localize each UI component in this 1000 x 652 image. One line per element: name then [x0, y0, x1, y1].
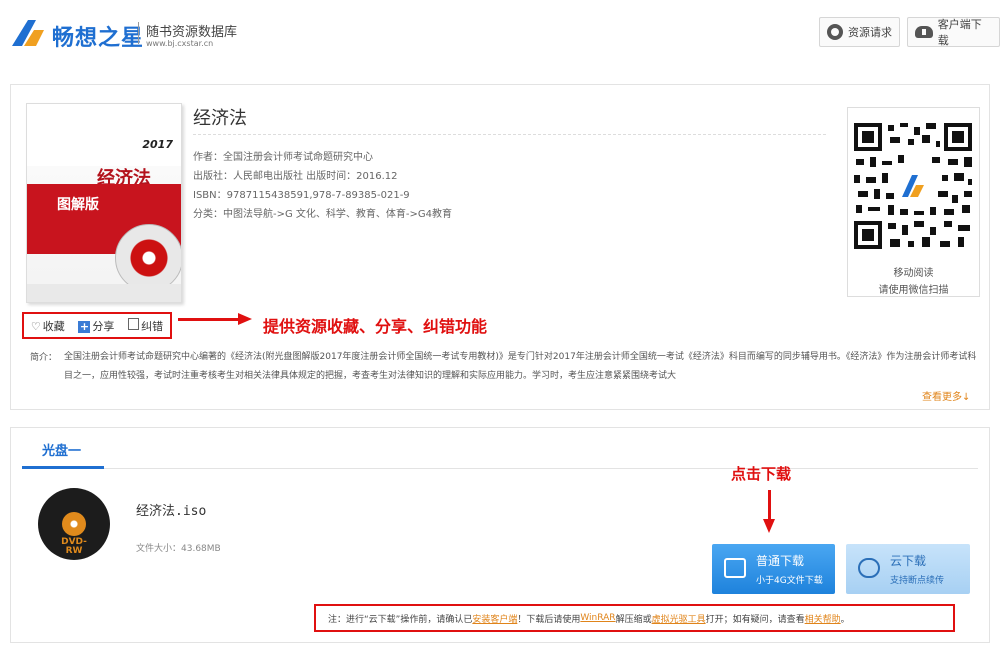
download-note: 注：进行“云下载”操作前，请确认已 安装客户端 ！下载后请使用 WinRAR 解…: [314, 604, 955, 632]
resource-actions: ♡ 收藏 + 分享 纠错: [22, 312, 172, 339]
cloud-download-button[interactable]: 云下载 支持断点续传: [846, 544, 970, 594]
download-folder-icon: [724, 558, 746, 578]
file-size: 文件大小：43.68MB: [136, 544, 221, 554]
file-name: 经济法.iso: [136, 504, 207, 519]
summary-label: 简介：: [30, 353, 58, 363]
qr-caption-title: 移动阅读: [893, 268, 934, 279]
qr-code: [852, 121, 974, 251]
cloud-download-icon: [915, 26, 933, 38]
logo-separator: [138, 22, 139, 44]
annotation-arrow-shaft: [178, 318, 240, 321]
note-mid-2: 解压缩或: [615, 614, 652, 625]
share-plus-icon: +: [78, 319, 91, 333]
cloud-download-label: 云下载: [890, 554, 927, 568]
resource-request-label: 资源请求: [848, 26, 892, 39]
normal-download-sublabel: 小于4G文件下载: [756, 576, 823, 586]
book-summary: 全国注册会计师考试命题研究中心编著的《经济法(附光盘图解版2017年度注册会计师…: [64, 352, 977, 381]
dvd-hub: [62, 512, 86, 536]
book-cover: 2017 经济法 图解版: [26, 103, 182, 303]
report-error-button[interactable]: 纠错: [128, 317, 164, 334]
qr-caption-hint: 请使用微信扫描: [878, 285, 949, 296]
annotation-arrow-right-icon: [238, 313, 252, 325]
favorite-button[interactable]: ♡ 收藏: [31, 318, 65, 334]
book-publisher: 出版社：人民邮电出版社 出版时间：2016.12: [193, 171, 398, 182]
annotation-arrow-down-shaft: [768, 490, 771, 520]
note-mid-1: ！下载后请使用: [517, 614, 581, 625]
winrar-link[interactable]: WinRAR: [580, 613, 615, 623]
book-category[interactable]: 分类：中图法导航->G 文化、科学、教育、体育->G4教育: [193, 205, 452, 220]
normal-download-label: 普通下载: [756, 554, 805, 568]
client-download-button[interactable]: 客户端下载: [907, 17, 1000, 47]
cover-year: 2017: [142, 138, 173, 151]
book-title: 经济法: [193, 108, 247, 129]
share-label: 分享: [92, 319, 115, 333]
install-client-link[interactable]: 安装客户端: [472, 612, 517, 625]
target-icon: [827, 24, 843, 40]
cloud-icon: [858, 558, 880, 578]
note-suffix: 。: [840, 614, 850, 625]
client-download-label: 客户端下载: [937, 18, 982, 47]
click-download-annotation: 点击下载: [731, 465, 792, 483]
normal-download-button[interactable]: 普通下载 小于4G文件下载: [712, 544, 835, 594]
edit-icon: [128, 317, 140, 330]
tab-underline: [22, 468, 978, 469]
active-tab-indicator: [22, 466, 104, 469]
favorite-label: 收藏: [42, 319, 65, 333]
annotation-arrow-down-icon: [763, 519, 775, 533]
book-isbn: ISBN：9787115438591,978-7-89385-021-9: [193, 190, 410, 201]
share-button[interactable]: + 分享: [78, 318, 114, 334]
logo-icon: [12, 20, 44, 46]
cloud-download-sublabel: 支持断点续传: [890, 576, 945, 586]
logo-url: www.bj.cxstar.cn: [146, 39, 214, 48]
cover-tag: 图解版: [57, 197, 99, 213]
heart-icon: ♡: [30, 319, 41, 333]
logo-text[interactable]: 畅想之星: [52, 20, 144, 52]
note-prefix: 注：进行“云下载”操作前，请确认已: [328, 614, 473, 625]
cover-disc-image: [115, 224, 181, 292]
tab-disc-one[interactable]: 光盘一: [42, 440, 81, 459]
logo-subtitle: 随书资源数据库: [146, 25, 238, 40]
note-mid-3: 打开；如有疑问，请查看: [705, 614, 805, 625]
dvd-label: DVD-RW: [61, 537, 87, 556]
show-more-link[interactable]: 查看更多↓: [922, 388, 970, 403]
features-annotation: 提供资源收藏、分享、纠错功能: [263, 317, 488, 336]
book-author: 作者：全国注册会计师考试命题研究中心: [193, 152, 373, 163]
report-error-label: 纠错: [141, 319, 164, 333]
help-link[interactable]: 相关帮助: [805, 612, 841, 625]
title-divider: [193, 134, 826, 135]
virtual-drive-link[interactable]: 虚拟光驱工具: [652, 612, 706, 625]
resource-request-button[interactable]: 资源请求: [819, 17, 900, 47]
